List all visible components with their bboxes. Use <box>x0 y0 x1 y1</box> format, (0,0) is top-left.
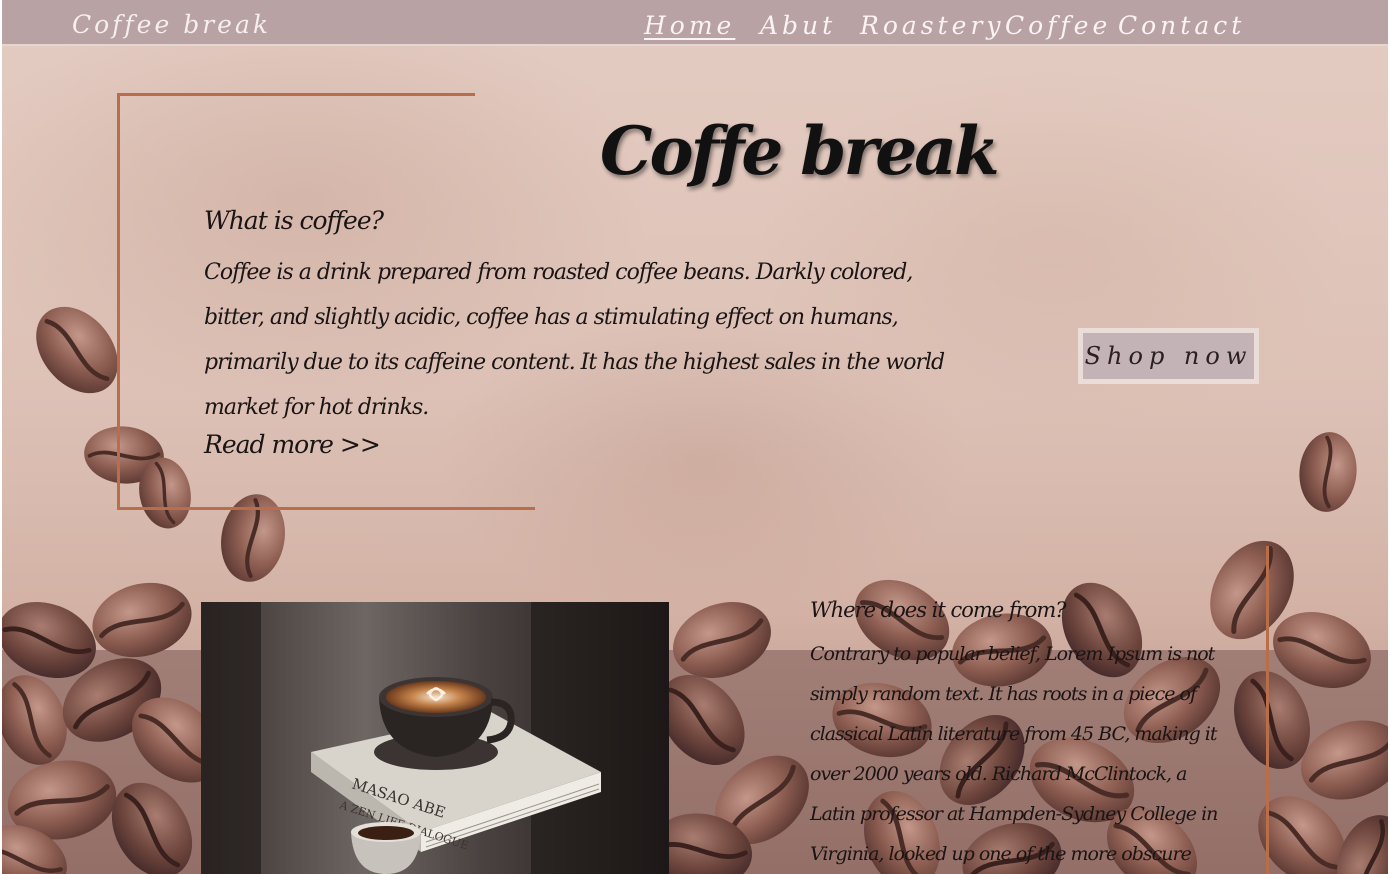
hero-frame-left <box>117 93 120 510</box>
nav-link-roastery[interactable]: Roastery <box>860 11 1005 40</box>
origin-heading: Where does it come from? <box>810 598 1067 622</box>
nav-link-coffee[interactable]: Coffee <box>1005 11 1111 40</box>
read-more-link[interactable]: Read more >> <box>204 430 381 459</box>
shop-now-button[interactable]: Shop now <box>1078 328 1259 384</box>
brand-logo[interactable]: Coffee break <box>72 10 271 39</box>
nav-link-contact[interactable]: Contact <box>1118 11 1245 40</box>
origin-text: Contrary to popular belief, Lorem Ipsum … <box>810 643 1218 865</box>
page: Coffee break Home Abut Roastery Coffee C… <box>2 0 1388 874</box>
coffee-book-photo: MASAO ABE A ZEN LIFE DIALOGUE <box>201 602 669 874</box>
nav-bar: Coffee break Home Abut Roastery Coffee C… <box>2 0 1388 46</box>
what-is-coffee-text: Coffee is a drink prepared from roasted … <box>204 260 945 420</box>
hero-title: Coffe break <box>600 112 1000 190</box>
what-is-coffee-heading: What is coffee? <box>204 206 384 235</box>
nav-link-about[interactable]: Abut <box>760 11 836 40</box>
hero-frame-bottom <box>117 507 535 510</box>
coffee-cup-illustration: MASAO ABE A ZEN LIFE DIALOGUE <box>201 602 669 874</box>
origin-frame-line <box>1266 546 1269 874</box>
hero-frame-top <box>117 93 475 96</box>
nav-link-home[interactable]: Home <box>644 11 735 40</box>
